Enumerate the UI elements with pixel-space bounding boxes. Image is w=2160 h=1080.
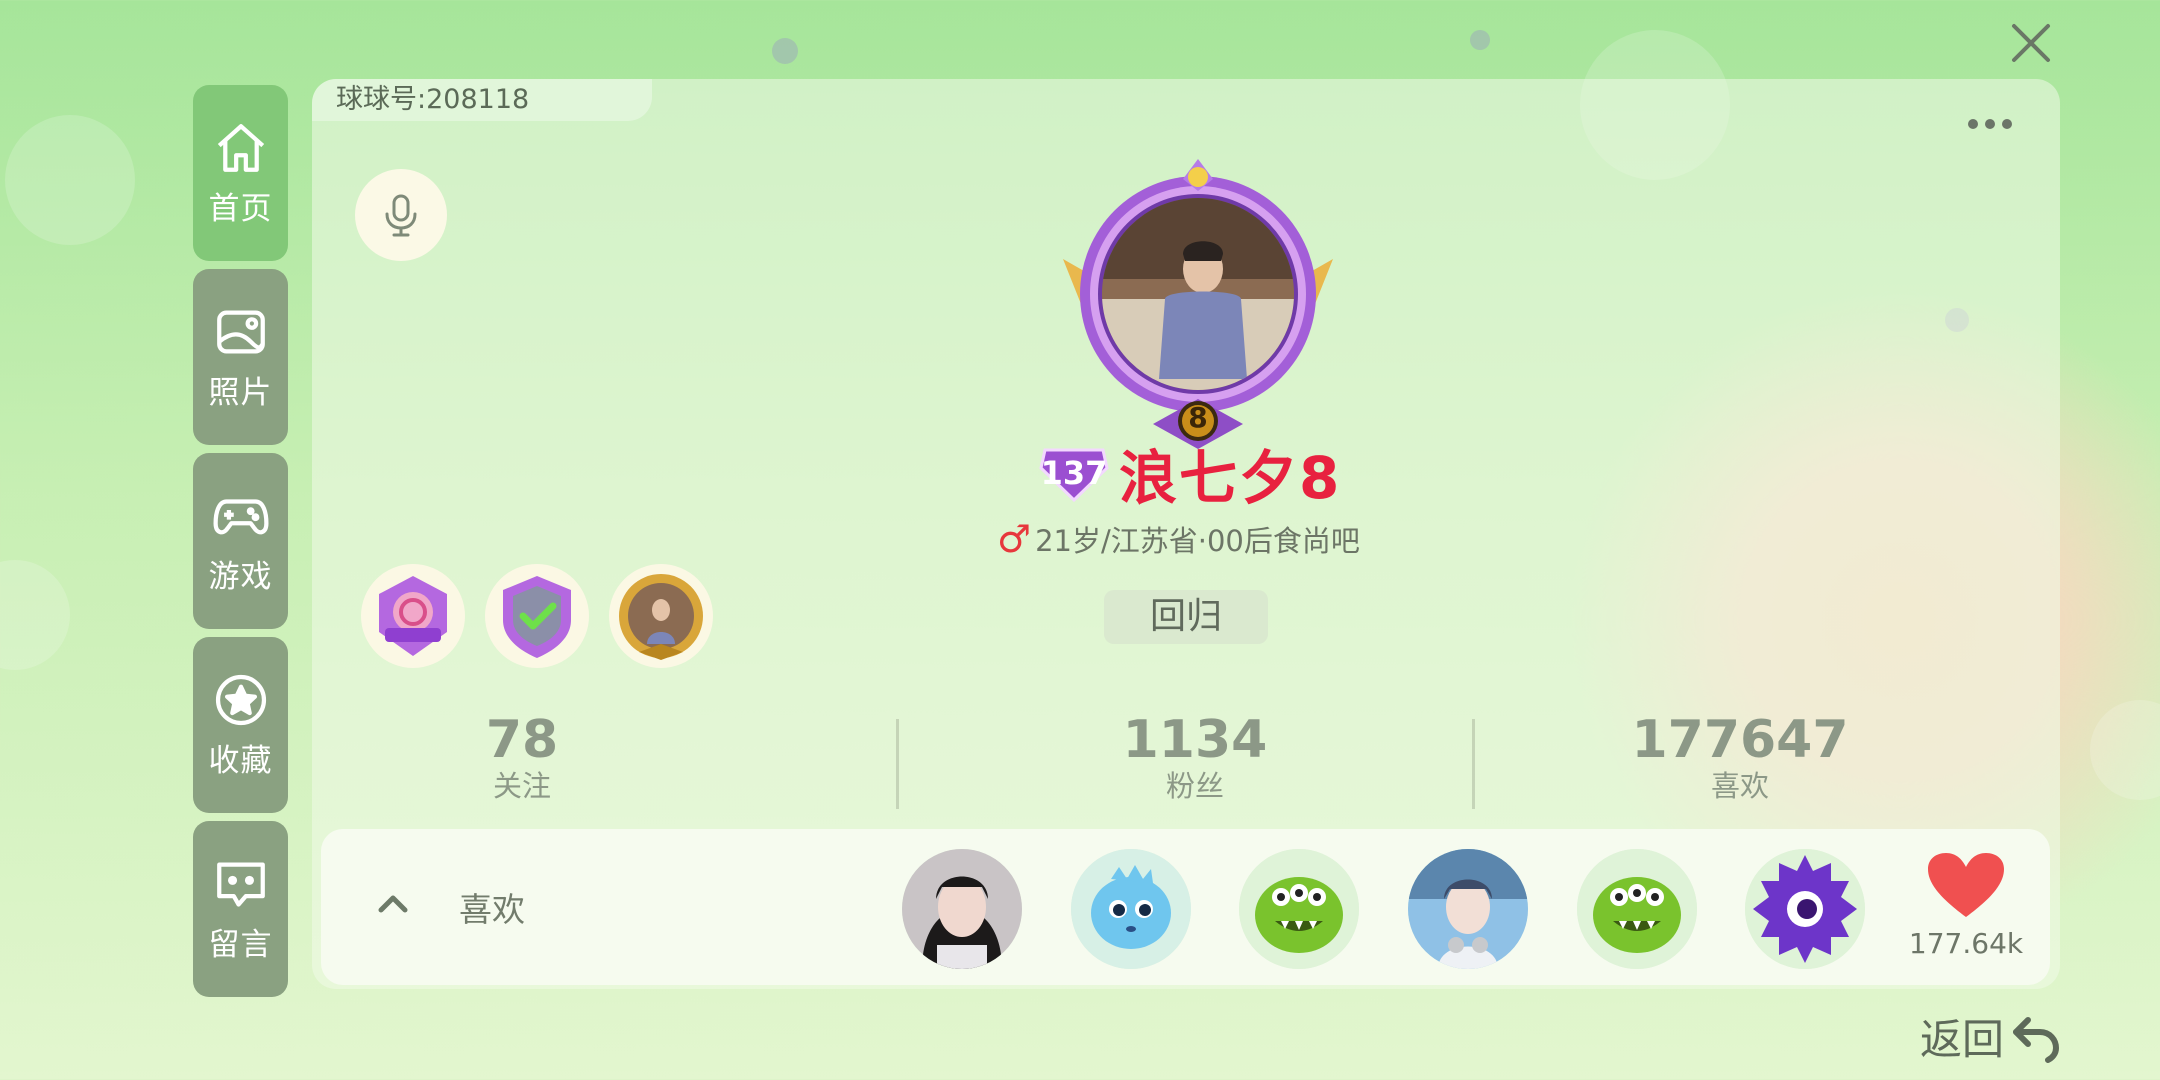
- background-dot: [1470, 30, 1490, 50]
- message-icon: [216, 862, 265, 907]
- likes-total: 177.64k: [1908, 927, 2024, 960]
- background-bubble: [5, 115, 135, 245]
- background-bubble: [0, 560, 70, 670]
- likes-bar-label: 喜欢: [459, 890, 525, 929]
- sidebar-item-photos[interactable]: 照片: [193, 269, 288, 445]
- user-info: ♂ 21岁/江苏省·00后食尚吧: [997, 517, 1397, 561]
- stats-divider: [896, 719, 899, 809]
- username: 浪七夕8: [1119, 444, 1342, 512]
- sidebar-item-label: 收藏: [208, 742, 273, 779]
- chevron-up-icon[interactable]: [373, 883, 413, 923]
- sidebar-item-home[interactable]: 首页: [193, 85, 288, 261]
- voice-intro-button[interactable]: [355, 169, 447, 261]
- sidebar-item-favorites[interactable]: 收藏: [193, 637, 288, 813]
- sidebar-item-label: 照片: [208, 374, 273, 411]
- heart-icon: [1928, 853, 2004, 917]
- close-icon[interactable]: [2008, 20, 2054, 66]
- sidebar-item-games[interactable]: 游戏: [193, 453, 288, 629]
- star-icon: [215, 674, 266, 725]
- user-info-text: 21岁/江苏省·00后食尚吧: [1035, 524, 1360, 558]
- sidebar-item-messages[interactable]: 留言: [193, 821, 288, 997]
- home-icon: [217, 123, 264, 172]
- check-shield-medal-icon: [503, 576, 571, 658]
- medal-item[interactable]: [485, 564, 589, 668]
- male-icon: ♂: [997, 517, 1032, 561]
- user-id-label: 球球号:: [336, 84, 427, 115]
- status-tag: 回归: [1104, 590, 1268, 644]
- liker-avatar[interactable]: [1239, 849, 1359, 969]
- level-value: 137: [1040, 454, 1108, 492]
- user-id-value: 208118: [426, 84, 530, 115]
- likes-stat[interactable]: 177647 喜欢: [1590, 711, 1890, 803]
- username-row: 137 浪七夕8: [1037, 431, 1341, 515]
- liker-avatar[interactable]: [902, 849, 1022, 969]
- gamepad-icon: [213, 498, 268, 534]
- back-label: 返回: [1920, 1015, 2005, 1064]
- liker-avatar[interactable]: [1577, 849, 1697, 969]
- sidebar-item-label: 首页: [208, 190, 273, 227]
- medal-item[interactable]: [361, 564, 465, 668]
- medal-item[interactable]: [609, 564, 713, 668]
- back-arrow-icon: [2013, 1016, 2060, 1063]
- fans-label: 粉丝: [1165, 769, 1224, 803]
- liker-avatar[interactable]: [1408, 849, 1528, 969]
- stats-row: 78 关注 1134 粉丝 177647 喜欢: [372, 711, 2022, 811]
- following-count: 78: [485, 710, 559, 770]
- liker-avatar[interactable]: [1071, 849, 1191, 969]
- level-badge: 137: [1037, 444, 1111, 503]
- lollipop-medal-icon: [379, 576, 447, 656]
- sidebar-item-label: 游戏: [208, 558, 273, 595]
- back-button[interactable]: 返回: [1920, 1006, 2062, 1067]
- image-icon: [216, 310, 265, 353]
- likes-count: 177647: [1631, 710, 1849, 770]
- following-label: 关注: [492, 769, 551, 803]
- medal-list: [361, 564, 713, 668]
- profile-panel: 球球号:208118 8 137 浪七夕8 ♂ 21岁/江苏省·00后食尚吧 回…: [312, 79, 2060, 989]
- likes-bar: 喜欢 177.64k: [321, 829, 2050, 985]
- following-stat[interactable]: 78 关注: [372, 711, 672, 803]
- portrait-medal-icon: [619, 574, 703, 660]
- more-options-button[interactable]: [1968, 119, 2012, 129]
- fans-count: 1134: [1122, 710, 1268, 770]
- likes-label: 喜欢: [1710, 769, 1769, 803]
- user-id: 球球号:208118: [312, 79, 652, 121]
- like-button[interactable]: 177.64k: [1901, 851, 2031, 960]
- background-bubble: [2090, 700, 2160, 800]
- sidebar-item-label: 留言: [208, 926, 273, 963]
- avatar[interactable]: 8: [1053, 149, 1343, 459]
- liker-avatar[interactable]: [1745, 849, 1865, 969]
- avatar-frame-level: 8: [1188, 401, 1208, 434]
- microphone-icon: [385, 194, 417, 237]
- fans-stat[interactable]: 1134 粉丝: [1045, 711, 1345, 803]
- background-dot: [772, 38, 798, 64]
- stats-divider: [1472, 719, 1475, 809]
